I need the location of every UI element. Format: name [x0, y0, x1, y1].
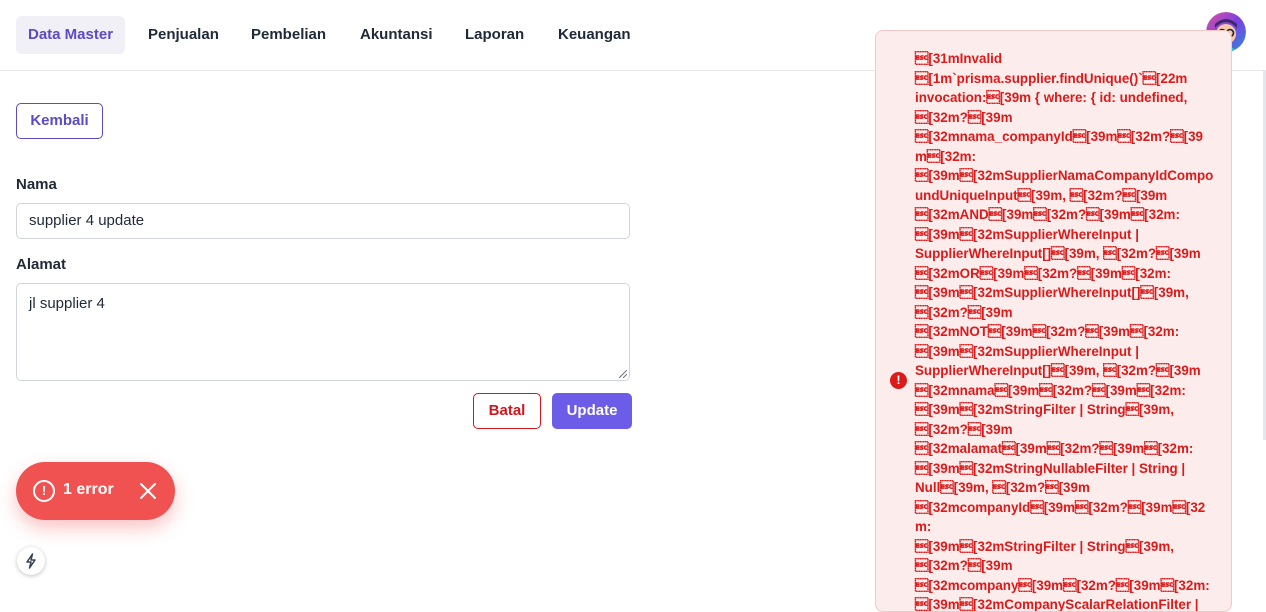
nama-label: Nama — [16, 176, 57, 193]
nav-laporan[interactable]: Laporan — [453, 16, 536, 54]
nav-data-master[interactable]: Data Master — [16, 16, 126, 54]
error-icon: ! — [890, 372, 907, 389]
close-icon[interactable] — [139, 482, 157, 500]
nav-pembelian[interactable]: Pembelian — [239, 16, 338, 54]
resize-handle-icon[interactable] — [619, 370, 627, 378]
nama-input-value: supplier 4 update — [29, 212, 145, 229]
bolt-icon — [26, 553, 36, 569]
error-message: [31mInvalid [1m`prisma.supplier.findUn… — [915, 51, 1214, 612]
error-toast[interactable]: ! 1 error — [16, 462, 175, 520]
alamat-textarea-value: jl supplier 4 — [29, 295, 105, 312]
nama-input[interactable]: supplier 4 update — [16, 203, 630, 239]
error-panel: ! [31mInvalid [1m`prisma.supplier.find… — [875, 30, 1232, 612]
update-button[interactable]: Update — [552, 393, 632, 429]
error-count: 1 error — [63, 481, 114, 498]
nav-keuangan[interactable]: Keuangan — [546, 16, 643, 54]
cancel-button[interactable]: Batal — [473, 393, 541, 429]
back-button[interactable]: Kembali — [16, 103, 103, 139]
alamat-textarea[interactable]: jl supplier 4 — [16, 283, 630, 381]
devtools-button[interactable] — [17, 547, 45, 575]
nav-akuntansi[interactable]: Akuntansi — [348, 16, 445, 54]
alert-circle-icon: ! — [33, 480, 55, 502]
nav-penjualan[interactable]: Penjualan — [136, 16, 231, 54]
alamat-label: Alamat — [16, 256, 67, 273]
